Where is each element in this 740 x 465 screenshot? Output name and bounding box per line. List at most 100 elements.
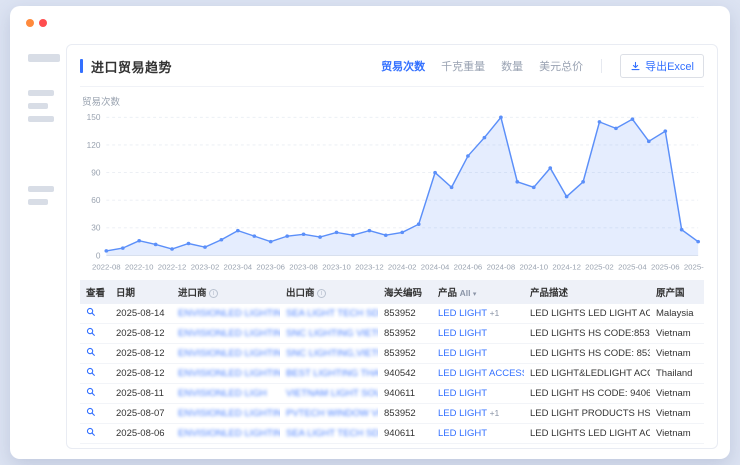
product-link[interactable]: LED LIGHT — [438, 348, 487, 359]
table-row: 2025-08-12ENVISIONLED LIGHTING ISNC LIGH… — [80, 344, 704, 364]
data-point[interactable] — [483, 136, 487, 140]
view-details-button[interactable] — [86, 367, 96, 380]
view-details-button[interactable] — [86, 347, 96, 360]
exporter-link[interactable]: BEST LIGHTING THAILAN — [286, 368, 378, 379]
data-point[interactable] — [450, 186, 454, 190]
sidebar-logo-skeleton — [28, 54, 60, 62]
sidebar-item-skeleton[interactable] — [28, 116, 54, 122]
data-point[interactable] — [252, 234, 256, 238]
importer-link[interactable]: ENVISIONLED LIGHTING I — [178, 328, 280, 339]
importer-link[interactable]: ENVISIONLED LIGHTING I — [178, 408, 280, 419]
importer-link[interactable]: ENVISIONLED LIGH — [178, 388, 267, 399]
exporter-link[interactable]: PVTECH WINDOW VINA C — [286, 408, 378, 419]
data-point[interactable] — [515, 180, 519, 184]
description-cell: LED LIGHTS HS CODE: 853952;ENVISIONLED — [524, 344, 650, 364]
tab-quantity[interactable]: 数量 — [501, 58, 523, 74]
data-point[interactable] — [466, 154, 470, 158]
tab-usd-total[interactable]: 美元总价 — [539, 58, 583, 74]
exporter-link[interactable]: SNC LIGHTING VIETNAM — [286, 328, 378, 339]
data-point[interactable] — [680, 228, 684, 232]
importer-link[interactable]: ENVISIONLED LIGHTING I — [178, 368, 280, 379]
svg-text:2022-10: 2022-10 — [125, 263, 154, 272]
sidebar-item-skeleton[interactable] — [28, 199, 48, 205]
data-point[interactable] — [170, 247, 174, 251]
exporter-link[interactable]: VIETNAM LIGHT SOURCE — [286, 388, 378, 399]
exporter-link[interactable]: SNC LIGHTING,VIETNAM — [286, 348, 378, 359]
importer-link[interactable]: ENVISIONLED LIGHTING I — [178, 308, 280, 319]
description-cell: LED LIGHTS LED LIGHT ACCESSORIES,ENVISIO… — [524, 304, 650, 324]
data-point[interactable] — [663, 129, 667, 133]
column-header-6: 产品描述 — [524, 280, 650, 304]
data-point[interactable] — [236, 229, 240, 233]
data-point[interactable] — [318, 235, 322, 239]
data-point[interactable] — [696, 240, 700, 244]
sidebar-item-skeleton[interactable] — [28, 90, 54, 96]
data-point[interactable] — [384, 233, 388, 237]
product-extra-count[interactable]: +1 — [490, 408, 500, 418]
column-header-1: 日期 — [110, 280, 172, 304]
data-point[interactable] — [400, 231, 404, 235]
view-details-button[interactable] — [86, 427, 96, 440]
data-point[interactable] — [137, 239, 141, 243]
data-point[interactable] — [104, 249, 108, 253]
data-point[interactable] — [565, 195, 569, 199]
exporter-link[interactable]: SEA LIGHT TECH SDN BH — [286, 428, 378, 439]
svg-text:60: 60 — [91, 196, 101, 205]
product-link[interactable]: LED LIGHT — [438, 308, 487, 319]
product-link[interactable]: LED LIGHT — [438, 428, 487, 439]
product-link[interactable]: LED LIGHT ACCESSORY — [438, 368, 524, 379]
data-point[interactable] — [121, 246, 125, 250]
data-point[interactable] — [269, 240, 273, 244]
hs-code-cell: 853952 — [378, 304, 432, 324]
data-point[interactable] — [335, 231, 339, 235]
data-point[interactable] — [368, 229, 372, 233]
column-header-3[interactable]: 出口商 i — [280, 280, 378, 304]
info-icon[interactable]: i — [209, 289, 218, 298]
data-point[interactable] — [285, 234, 289, 238]
data-point[interactable] — [351, 233, 355, 237]
date-cell: 2025-08-14 — [110, 304, 172, 324]
column-header-2[interactable]: 进口商 i — [172, 280, 280, 304]
column-header-5[interactable]: 产品 All ▾ — [432, 280, 524, 304]
svg-text:2025-06: 2025-06 — [651, 263, 680, 272]
view-details-button[interactable] — [86, 327, 96, 340]
view-details-button[interactable] — [86, 407, 96, 420]
sidebar-item-skeleton[interactable] — [28, 103, 48, 109]
data-point[interactable] — [203, 245, 207, 249]
column-label: 产品描述 — [530, 288, 568, 299]
data-point[interactable] — [154, 243, 158, 247]
data-point[interactable] — [499, 116, 503, 120]
data-point[interactable] — [220, 238, 224, 242]
data-point[interactable] — [433, 171, 437, 175]
sidebar — [10, 6, 66, 459]
data-point[interactable] — [532, 186, 536, 190]
product-link[interactable]: LED LIGHT — [438, 388, 487, 399]
chart-y-axis-title: 贸易次数 — [82, 94, 704, 108]
data-point[interactable] — [631, 117, 635, 121]
tab-kg-weight[interactable]: 千克重量 — [441, 58, 485, 74]
export-excel-button[interactable]: 导出Excel — [620, 54, 704, 78]
data-point[interactable] — [581, 180, 585, 184]
product-extra-count[interactable]: +1 — [490, 308, 500, 318]
hs-code-cell: 853952 — [378, 404, 432, 424]
data-point[interactable] — [187, 242, 191, 246]
svg-text:2024-02: 2024-02 — [388, 263, 417, 272]
sidebar-item-skeleton[interactable] — [28, 186, 54, 192]
product-link[interactable]: LED LIGHT — [438, 408, 487, 419]
view-details-button[interactable] — [86, 387, 96, 400]
product-filter-dropdown[interactable]: All ▾ — [460, 288, 477, 298]
data-point[interactable] — [614, 127, 618, 131]
product-link[interactable]: LED LIGHT — [438, 328, 487, 339]
importer-link[interactable]: ENVISIONLED LIGHTING I — [178, 428, 280, 439]
exporter-link[interactable]: SEA LIGHT TECH SDN BH — [286, 308, 378, 319]
column-label: 日期 — [116, 288, 135, 299]
importer-link[interactable]: ENVISIONLED LIGHTING I — [178, 348, 280, 359]
data-point[interactable] — [548, 166, 552, 170]
data-point[interactable] — [598, 120, 602, 124]
info-icon[interactable]: i — [317, 289, 326, 298]
data-point[interactable] — [417, 222, 421, 226]
data-point[interactable] — [647, 140, 651, 144]
view-details-button[interactable] — [86, 307, 96, 320]
data-point[interactable] — [302, 233, 306, 237]
tab-trade-count[interactable]: 贸易次数 — [381, 58, 425, 74]
